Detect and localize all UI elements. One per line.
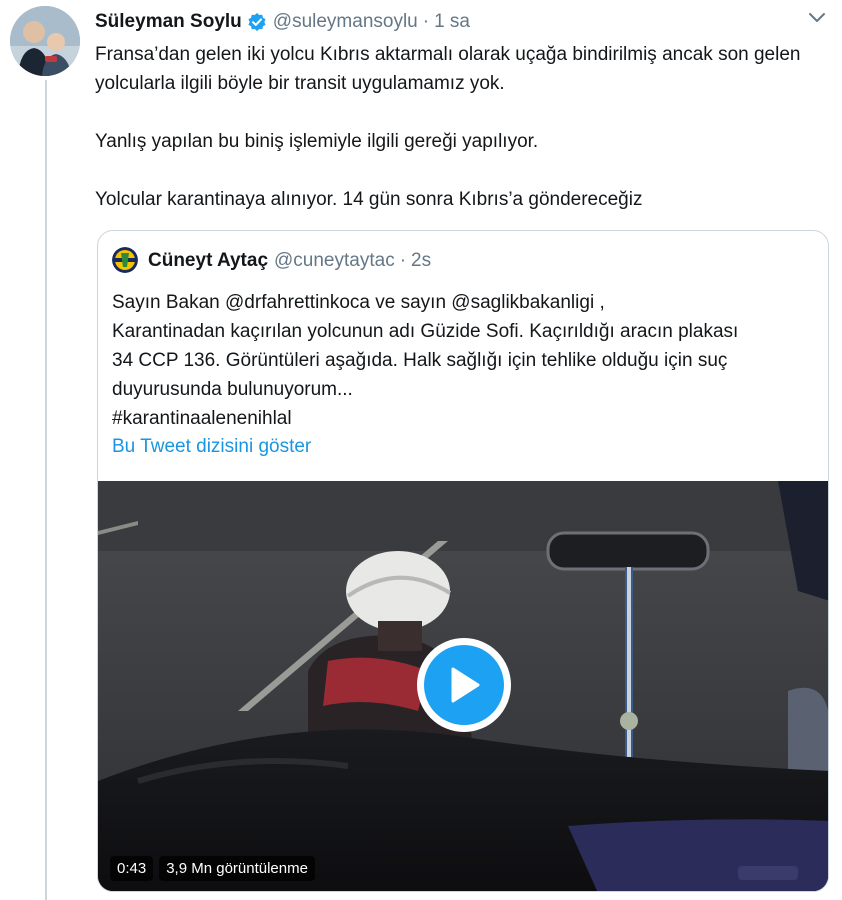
separator-dot: ·: [399, 250, 407, 271]
tweet-paragraph: Yolcular karantinaya alınıyor. 14 gün so…: [95, 189, 643, 210]
play-button[interactable]: [417, 638, 511, 732]
quoted-timestamp[interactable]: 2s: [411, 250, 431, 272]
video-meta: 0:43 3,9 Mn görüntülenme: [110, 854, 315, 882]
quoted-tweet-card[interactable]: Cüneyt Aytaç @cuneytaytac · 2s Sayın Bak…: [97, 230, 829, 892]
display-name[interactable]: Süleyman Soylu: [95, 11, 242, 33]
quoted-line: Sayın Bakan @drfahrettinkoca ve sayın @s…: [112, 292, 605, 313]
quoted-display-name[interactable]: Cüneyt Aytaç: [148, 250, 268, 272]
video-views: 3,9 Mn görüntülenme: [159, 855, 315, 881]
separator-dot: ·: [422, 11, 430, 32]
show-thread-link[interactable]: Bu Tweet dizisini göster: [112, 436, 311, 458]
video-duration: 0:43: [110, 855, 154, 881]
video-player[interactable]: 0:43 3,9 Mn görüntülenme: [98, 481, 828, 891]
quoted-line: 34 CCP 136. Görüntüleri aşağıda. Halk sa…: [112, 350, 728, 371]
avatar-image: [10, 6, 80, 76]
quoted-handle[interactable]: @cuneytaytac: [274, 250, 395, 272]
quoted-text: Sayın Bakan @drfahrettinkoca ve sayın @s…: [112, 288, 822, 433]
quoted-header: Cüneyt Aytaç @cuneytaytac · 2s: [148, 247, 431, 275]
timestamp[interactable]: 1 sa: [434, 11, 470, 33]
tweet-header: Süleyman Soylu @suleymansoylu · 1 sa: [95, 8, 470, 36]
team-logo-icon: [112, 247, 138, 273]
verified-badge-icon: [247, 12, 267, 32]
play-icon: [424, 645, 504, 725]
thread-line: [45, 80, 47, 900]
tweet-paragraph: Fransa’dan gelen iki yolcu Kıbrıs aktarm…: [95, 44, 801, 94]
chevron-down-icon[interactable]: [806, 10, 828, 26]
quoted-line: duyurusunda bulunuyorum...: [112, 379, 353, 400]
quoted-line: #karantinaalenenihlal: [112, 408, 292, 429]
quoted-avatar[interactable]: [112, 247, 138, 273]
tweet-paragraph: Yanlış yapılan bu biniş işlemiyle ilgili…: [95, 131, 539, 152]
tweet-text: Fransa’dan gelen iki yolcu Kıbrıs aktarm…: [95, 40, 835, 214]
quoted-line: Karantinadan kaçırılan yolcunun adı Güzi…: [112, 321, 739, 342]
avatar[interactable]: [10, 6, 80, 76]
handle[interactable]: @suleymansoylu: [273, 11, 418, 33]
